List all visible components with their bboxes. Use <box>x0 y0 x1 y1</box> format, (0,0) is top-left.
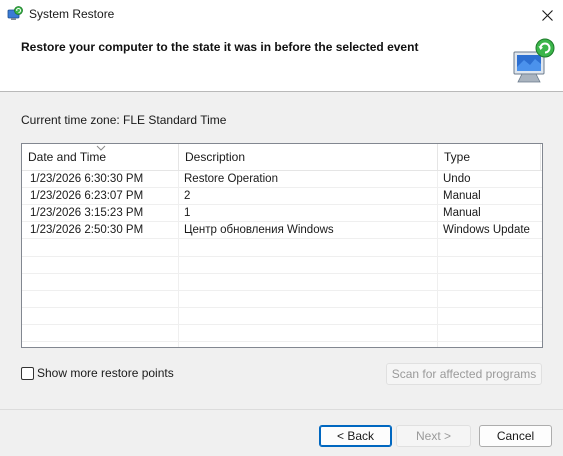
cell-description: 2 <box>184 190 191 202</box>
show-more-checkbox[interactable] <box>21 366 34 380</box>
close-icon <box>541 9 553 21</box>
cell-type: Manual <box>443 207 481 219</box>
close-button[interactable] <box>531 0 563 30</box>
table-header: Date and Time Description Type <box>22 144 542 171</box>
cell-type: Undo <box>443 173 471 185</box>
restore-points-table[interactable]: Date and Time Description Type 1/23/2026… <box>21 143 543 348</box>
table-row[interactable]: 1/23/2026 3:15:23 PM 1 Manual <box>22 205 542 222</box>
restore-monitor-icon <box>513 38 555 83</box>
chevron-down-icon <box>96 145 106 151</box>
cancel-button[interactable]: Cancel <box>479 425 552 447</box>
show-more-label: Show more restore points <box>37 366 174 380</box>
row-divider <box>22 307 542 308</box>
cell-type: Manual <box>443 190 481 202</box>
cell-date: 1/23/2026 6:23:07 PM <box>30 190 144 202</box>
cell-description: Restore Operation <box>184 173 278 185</box>
column-header-type[interactable]: Type <box>438 144 541 171</box>
page-title: Restore your computer to the state it wa… <box>21 40 419 54</box>
window-title: System Restore <box>29 7 115 21</box>
timezone-label: Current time zone: FLE Standard Time <box>21 113 227 127</box>
cell-type: Windows Update <box>443 224 530 236</box>
column-label: Description <box>185 150 246 164</box>
footer-divider <box>0 409 563 410</box>
cell-description: Центр обновления Windows <box>184 224 334 236</box>
row-divider <box>22 341 542 342</box>
next-button[interactable]: Next > <box>396 425 471 447</box>
system-restore-icon <box>7 6 23 20</box>
column-label: Type <box>444 150 471 164</box>
row-divider <box>22 290 542 291</box>
table-row[interactable]: 1/23/2026 6:23:07 PM 2 Manual <box>22 188 542 205</box>
row-divider <box>22 324 542 325</box>
back-button[interactable]: < Back <box>319 425 392 447</box>
row-divider <box>22 273 542 274</box>
cell-date: 1/23/2026 6:30:30 PM <box>30 173 144 185</box>
table-row[interactable]: 1/23/2026 2:50:30 PM Центр обновления Wi… <box>22 222 542 239</box>
column-header-description[interactable]: Description <box>179 144 438 171</box>
show-more-restore-points[interactable]: Show more restore points <box>21 366 174 380</box>
scan-affected-programs-button[interactable]: Scan for affected programs <box>386 363 542 385</box>
cell-date: 1/23/2026 2:50:30 PM <box>30 224 144 236</box>
cell-description: 1 <box>184 207 191 219</box>
cell-date: 1/23/2026 3:15:23 PM <box>30 207 144 219</box>
column-header-date[interactable]: Date and Time <box>22 144 179 171</box>
table-row[interactable]: 1/23/2026 6:30:30 PM Restore Operation U… <box>22 171 542 188</box>
wizard-header: Restore your computer to the state it wa… <box>0 30 563 92</box>
column-label: Date and Time <box>28 150 107 164</box>
row-divider <box>22 256 542 257</box>
title-bar: System Restore <box>0 0 563 30</box>
